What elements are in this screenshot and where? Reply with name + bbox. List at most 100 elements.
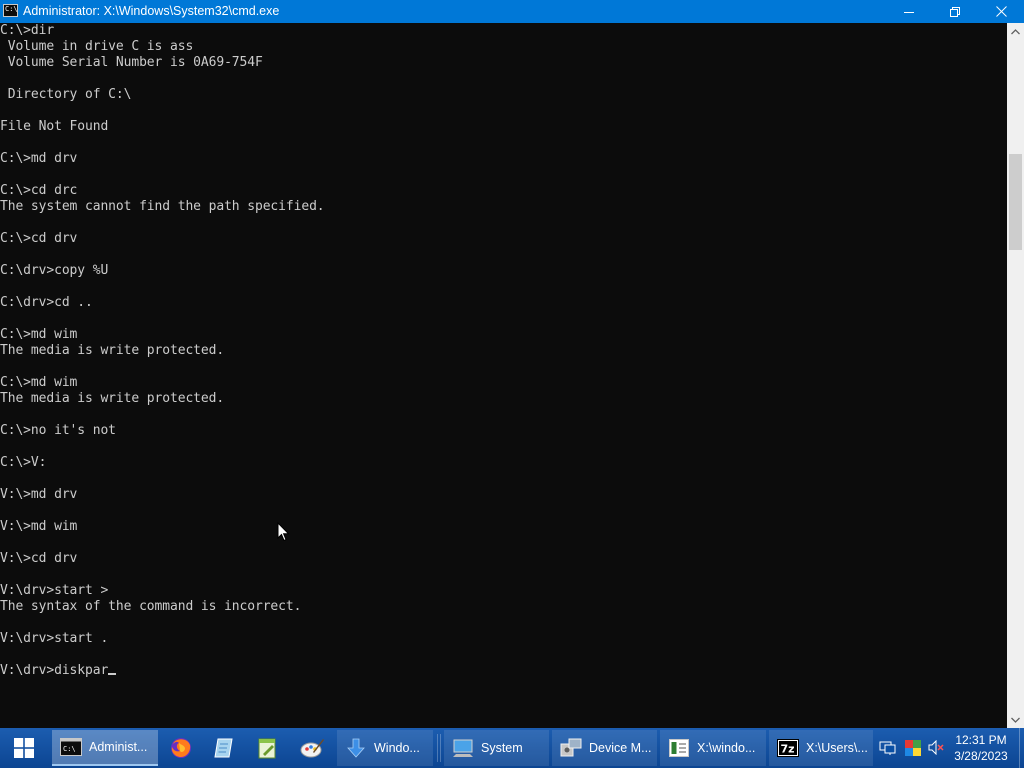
svg-text:C:\: C:\ <box>63 745 76 753</box>
show-desktop-button[interactable] <box>1019 728 1024 768</box>
console-line-text: C:\>cd drc <box>0 183 78 198</box>
taskbar-separator <box>440 734 441 762</box>
window-icon <box>668 737 690 759</box>
console-line: C:\>no it's not <box>0 423 1007 439</box>
taskbar-clock[interactable]: 12:31 PM 3/28/2023 <box>948 732 1014 764</box>
console-line: Volume in drive C is ass <box>0 39 1007 55</box>
7zip-icon: 7z <box>777 737 799 759</box>
svg-text:7z: 7z <box>781 743 795 756</box>
console-line: C:\drv>cd .. <box>0 295 1007 311</box>
console-line-text: V:\>cd drv <box>0 551 78 566</box>
windows-logo-icon <box>14 738 34 758</box>
taskbar-item-explorer[interactable]: X:\windo... <box>660 730 766 766</box>
console-line: C:\>cd drv <box>0 231 1007 247</box>
console-line: V:\drv>diskpar <box>0 663 1007 679</box>
text-cursor <box>108 673 117 675</box>
taskbar-item-device-manager[interactable]: Device M... <box>552 730 657 766</box>
close-icon <box>995 6 1007 17</box>
minimize-icon <box>904 11 914 13</box>
network-icon <box>879 741 896 755</box>
taskbar-item-cmd[interactable]: C:\ Administ... <box>52 730 158 766</box>
paint-icon <box>300 739 324 758</box>
tray-volume[interactable] <box>928 739 945 756</box>
cmd-icon: C:\ <box>60 736 82 758</box>
vertical-scrollbar[interactable] <box>1007 23 1024 728</box>
taskbar-separator <box>437 734 438 762</box>
console-line-text: Directory of C:\ <box>0 87 132 102</box>
console-line: C:\>md wim <box>0 375 1007 391</box>
taskbar-item-windows[interactable]: Windo... <box>337 730 433 766</box>
console-line-text: The media is write protected. <box>0 343 225 358</box>
taskbar-pin-paint[interactable] <box>292 730 332 766</box>
scroll-down-button[interactable] <box>1007 711 1024 728</box>
cmd-app-icon[interactable]: C:\ <box>3 4 18 17</box>
console-output[interactable]: C:\>dir Volume in drive C is ass Volume … <box>0 23 1007 728</box>
clock-time: 12:31 PM <box>955 733 1007 747</box>
console-line-text: C:\>cd drv <box>0 231 78 246</box>
scroll-up-button[interactable] <box>1007 23 1024 40</box>
console-line: V:\>md drv <box>0 487 1007 503</box>
console-line: The media is write protected. <box>0 343 1007 359</box>
console-line: V:\drv>start . <box>0 631 1007 647</box>
close-button[interactable] <box>978 0 1024 23</box>
paper-icon <box>214 738 233 758</box>
console-line-text: V:\drv>start . <box>0 631 109 646</box>
console-line: C:\>md wim <box>0 327 1007 343</box>
console-line-text: V:\>md wim <box>0 519 78 534</box>
clock-date: 3/28/2023 <box>954 749 1008 763</box>
taskbar-item-label: X:\Users\... <box>806 741 868 755</box>
console-line: The media is write protected. <box>0 391 1007 407</box>
console-line: C:\>md drv <box>0 151 1007 167</box>
console-line-text: C:\drv>cd .. <box>0 295 93 310</box>
taskbar-item-system[interactable]: System <box>444 730 549 766</box>
console-line-text: C:\>md wim <box>0 375 78 390</box>
tray-color[interactable] <box>904 739 921 756</box>
console-line-text: C:\>md drv <box>0 151 78 166</box>
console-line-text: The syntax of the command is incorrect. <box>0 599 302 614</box>
taskbar-pin-paper[interactable] <box>204 730 244 766</box>
taskbar-item-7zip[interactable]: 7z X:\Users\... <box>769 730 873 766</box>
taskbar-item-label: Administ... <box>89 740 148 754</box>
scroll-thumb[interactable] <box>1009 154 1022 250</box>
console-line-text: V:\drv>start > <box>0 583 109 598</box>
taskbar-item-label: Windo... <box>374 741 420 755</box>
taskbar-item-label: X:\windo... <box>697 741 756 755</box>
console-line: C:\>cd drc <box>0 183 1007 199</box>
minimize-button[interactable] <box>886 0 932 23</box>
restore-button[interactable] <box>932 0 978 23</box>
firefox-icon <box>171 738 191 758</box>
title-bar[interactable]: C:\ Administrator: X:\Windows\System32\c… <box>0 0 1024 23</box>
start-button[interactable] <box>0 728 48 768</box>
taskbar: C:\ Administ... Windo... System Device M… <box>0 728 1024 768</box>
taskbar-pin-notepad-plus[interactable] <box>247 730 287 766</box>
console-line: C:\drv>copy %U <box>0 263 1007 279</box>
window-title: Administrator: X:\Windows\System32\cmd.e… <box>23 4 280 18</box>
console-line-text: C:\>V: <box>0 455 47 470</box>
console-line: V:\>md wim <box>0 519 1007 535</box>
tray-network[interactable] <box>879 739 896 756</box>
console-line: C:\>dir <box>0 23 1007 39</box>
cmd-app-icon-text: C:\ <box>5 5 18 13</box>
console-line-text: Volume Serial Number is 0A69-754F <box>0 55 263 70</box>
console-line-text: C:\drv>copy %U <box>0 263 109 278</box>
console-line-text: C:\>dir <box>0 23 55 38</box>
console-line: File Not Found <box>0 119 1007 135</box>
console-line: Volume Serial Number is 0A69-754F <box>0 55 1007 71</box>
console-line: V:\drv>start > <box>0 583 1007 599</box>
console-line: V:\>cd drv <box>0 551 1007 567</box>
taskbar-pin-firefox[interactable] <box>161 730 201 766</box>
